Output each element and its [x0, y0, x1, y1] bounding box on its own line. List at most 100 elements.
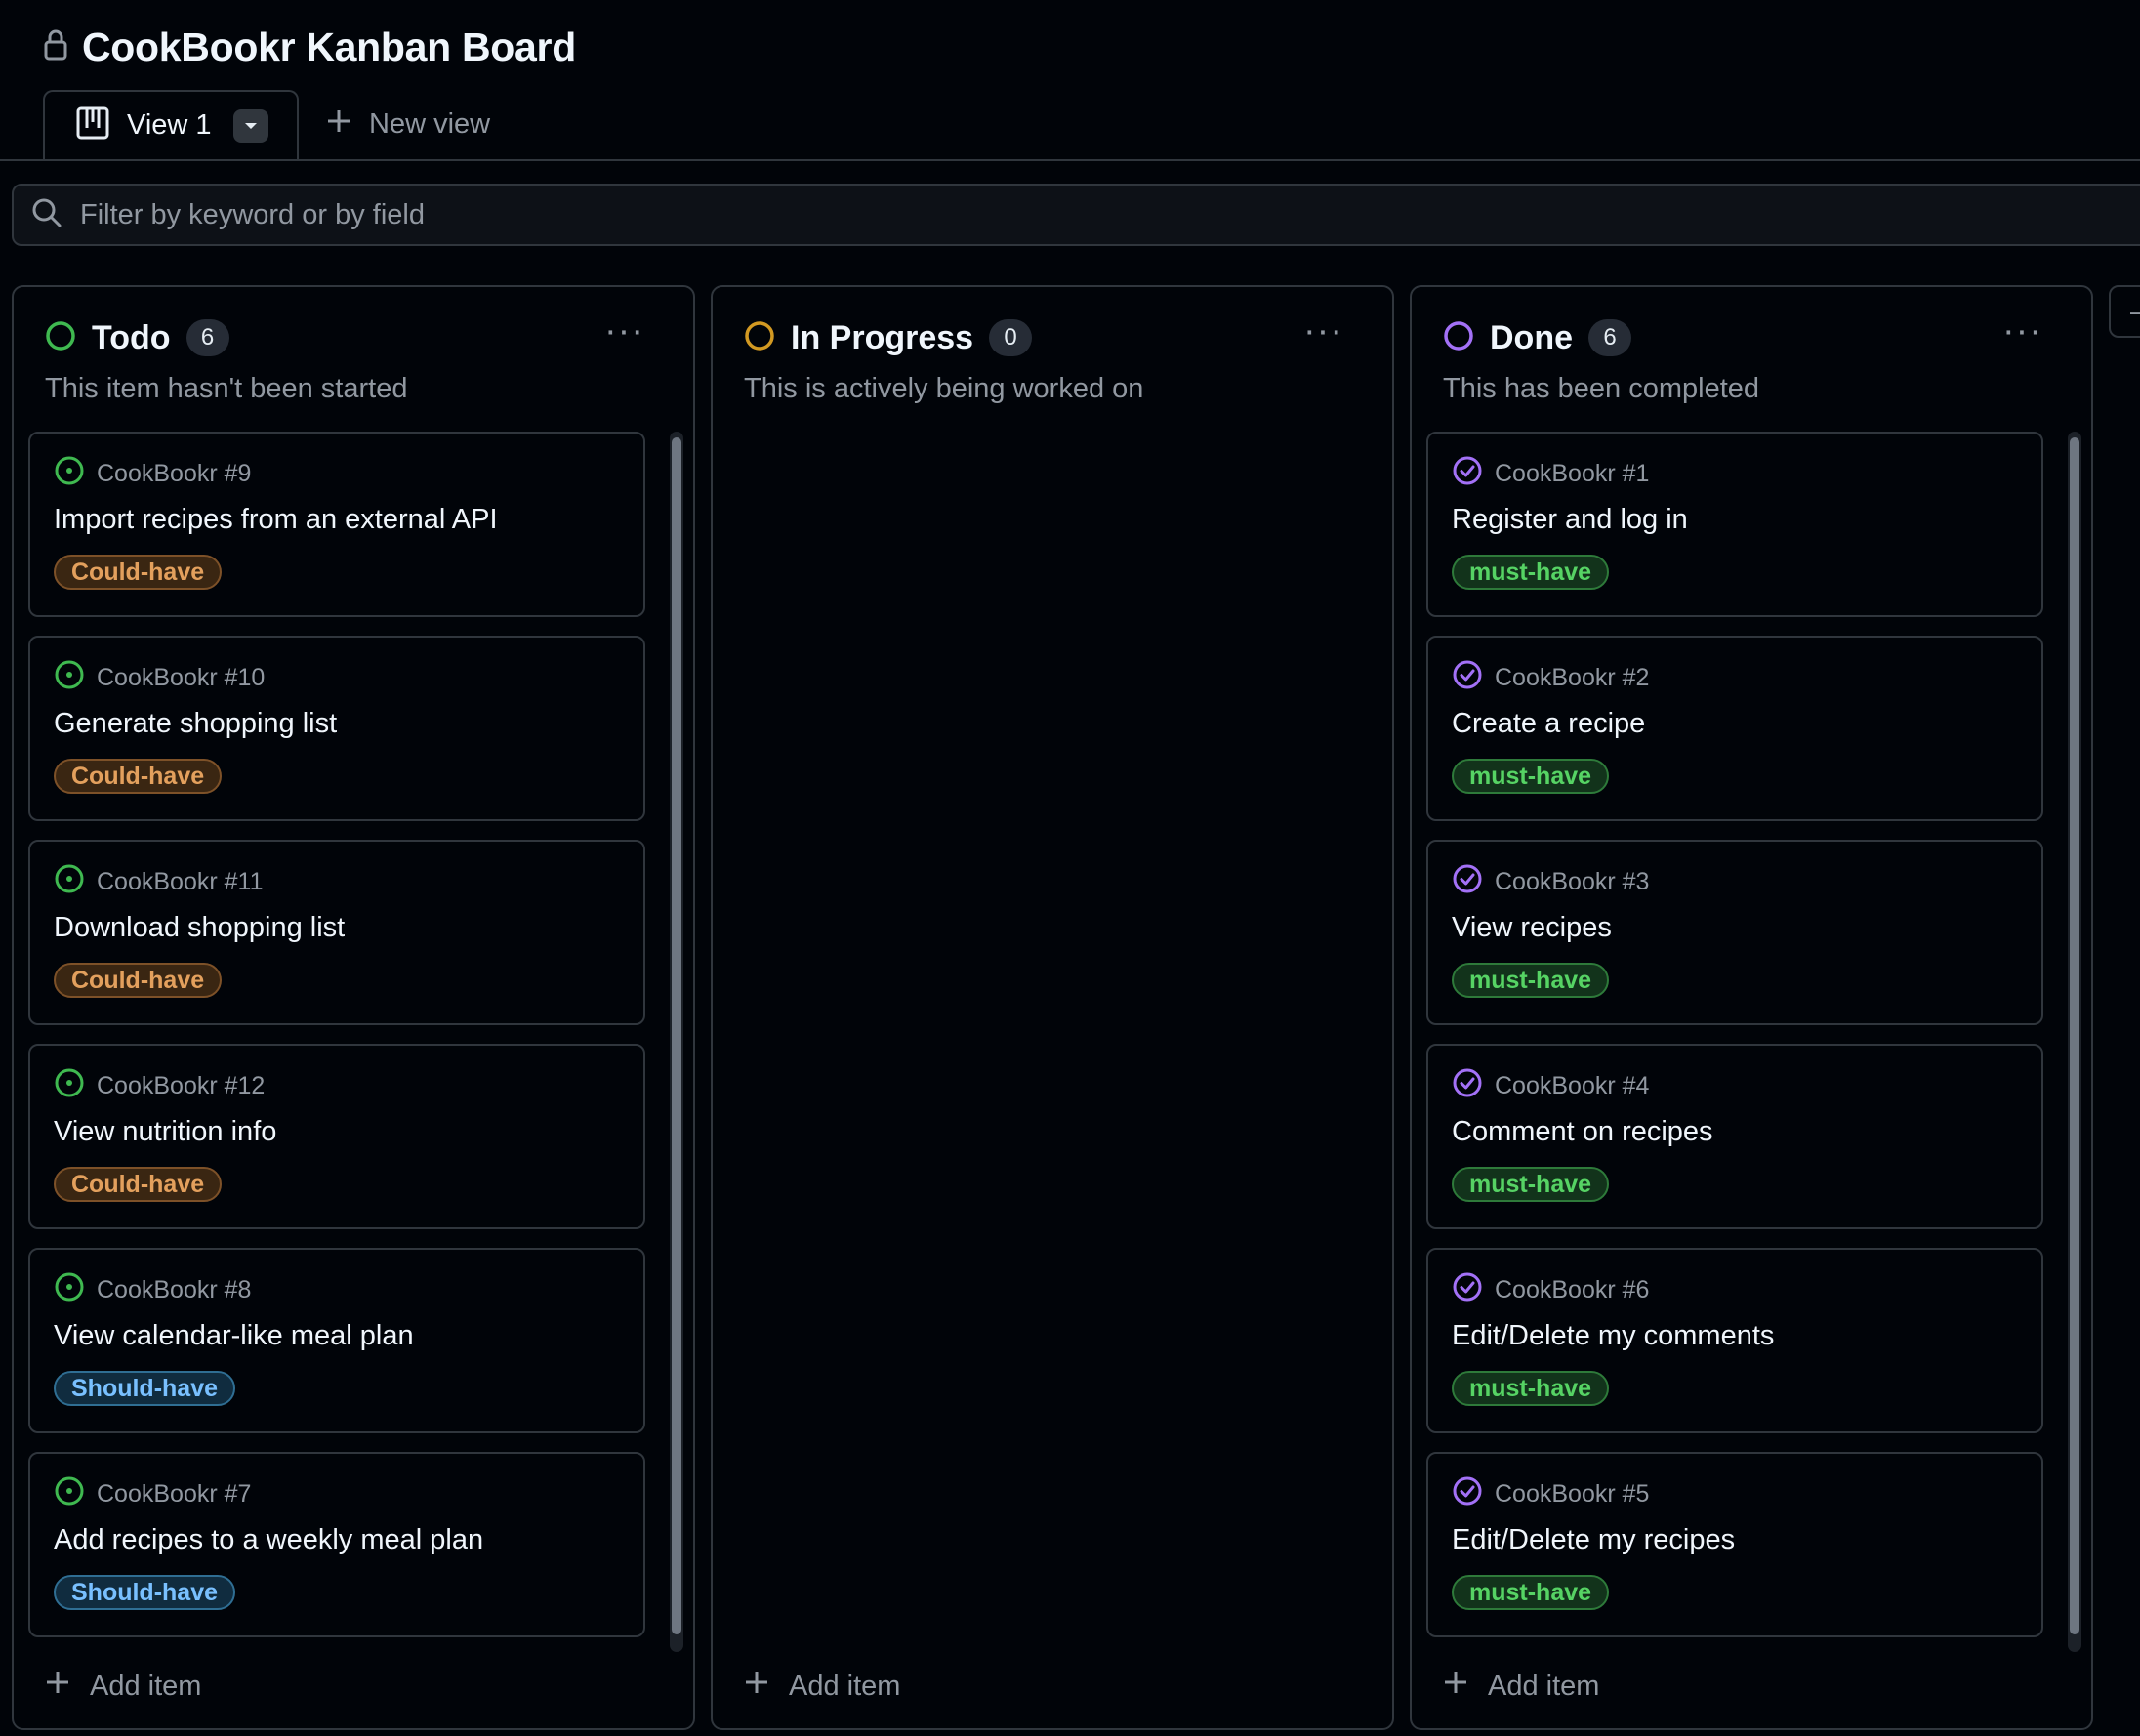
card-reference-text: CookBookr #8 — [97, 1276, 252, 1303]
scrollbar-thumb[interactable] — [2070, 437, 2079, 1634]
column-header: Done 6 ··· — [1443, 312, 2060, 361]
issue-open-icon — [54, 455, 85, 493]
priority-label[interactable]: Should-have — [54, 1371, 236, 1406]
card-title[interactable]: Edit/Delete my comments — [1452, 1320, 1774, 1352]
issue-card[interactable]: CookBookr #2 Create a recipe must-have — [1426, 636, 2043, 821]
column-menu-button[interactable]: ··· — [604, 312, 644, 350]
priority-label[interactable]: must-have — [1452, 555, 1610, 590]
card-reference-text: CookBookr #9 — [97, 460, 252, 487]
card-reference[interactable]: CookBookr #9 — [54, 455, 251, 493]
priority-label[interactable]: must-have — [1452, 1167, 1610, 1202]
card-reference[interactable]: CookBookr #6 — [1452, 1271, 1649, 1309]
new-view-button[interactable]: New view — [326, 90, 490, 159]
priority-label[interactable]: must-have — [1452, 759, 1610, 794]
add-item-label: Add item — [789, 1670, 901, 1702]
card-title[interactable]: Comment on recipes — [1452, 1116, 1713, 1148]
priority-label[interactable]: Could-have — [54, 759, 223, 794]
card-title[interactable]: Create a recipe — [1452, 708, 1645, 740]
view-options-button[interactable] — [232, 108, 268, 143]
view-tabs: View 1 New view — [0, 90, 2140, 161]
column-description: This is actively being worked on — [744, 373, 1144, 404]
card-reference-text: CookBookr #7 — [97, 1480, 252, 1508]
scrollbar[interactable] — [670, 432, 683, 1652]
priority-label[interactable]: Should-have — [54, 1575, 236, 1610]
issue-card[interactable]: CookBookr #7 Add recipes to a weekly meal… — [28, 1452, 645, 1637]
issue-card[interactable]: CookBookr #9 Import recipes from an exter… — [28, 432, 645, 617]
column-title: Done — [1490, 318, 1573, 356]
priority-label[interactable]: Could-have — [54, 555, 223, 590]
lock-icon — [43, 28, 68, 66]
column-header: In Progress 0 ··· — [744, 312, 1361, 361]
issue-closed-icon — [1452, 1067, 1483, 1105]
card-reference[interactable]: CookBookr #3 — [1452, 863, 1649, 901]
card-title[interactable]: Generate shopping list — [54, 708, 337, 740]
card-reference-text: CookBookr #2 — [1495, 664, 1650, 691]
priority-label[interactable]: Could-have — [54, 963, 223, 998]
column-count-badge: 6 — [185, 319, 229, 356]
card-title[interactable]: View calendar-like meal plan — [54, 1320, 414, 1352]
scrollbar-thumb[interactable] — [672, 437, 681, 1634]
card-reference-text: CookBookr #1 — [1495, 460, 1650, 487]
card-reference[interactable]: CookBookr #4 — [1452, 1067, 1649, 1105]
issue-card[interactable]: CookBookr #1 Register and log in must-have — [1426, 432, 2043, 617]
column-header: Todo 6 ··· — [45, 312, 662, 361]
card-reference-text: CookBookr #12 — [97, 1072, 266, 1099]
card-reference-text: CookBookr #6 — [1495, 1276, 1650, 1303]
card-title[interactable]: Add recipes to a weekly meal plan — [54, 1524, 483, 1556]
issue-open-icon — [54, 659, 85, 697]
column-description: This item hasn't been started — [45, 373, 408, 404]
card-reference-text: CookBookr #5 — [1495, 1480, 1650, 1508]
issue-card[interactable]: CookBookr #11 Download shopping list Could… — [28, 840, 645, 1025]
add-item-label: Add item — [1488, 1670, 1600, 1702]
plus-icon — [1443, 1670, 1468, 1703]
card-reference[interactable]: CookBookr #5 — [1452, 1475, 1649, 1513]
tab-label: View 1 — [127, 109, 212, 141]
scrollbar[interactable] — [2068, 432, 2081, 1652]
column-menu-button[interactable]: ··· — [1303, 312, 1343, 350]
card-reference[interactable]: CookBookr #8 — [54, 1271, 251, 1309]
issue-card[interactable]: CookBookr #12 View nutrition info Could-ha… — [28, 1044, 645, 1229]
card-reference[interactable]: CookBookr #12 — [54, 1067, 265, 1105]
filter-bar — [12, 184, 2140, 246]
priority-label[interactable]: must-have — [1452, 1371, 1610, 1406]
priority-label[interactable]: must-have — [1452, 963, 1610, 998]
filter-input[interactable] — [78, 197, 1546, 232]
issue-card[interactable]: CookBookr #3 View recipes must-have — [1426, 840, 2043, 1025]
column-count-badge: 0 — [989, 319, 1033, 356]
card-title[interactable]: Download shopping list — [54, 912, 345, 944]
issue-card[interactable]: CookBookr #8 View calendar-like meal plan… — [28, 1248, 645, 1433]
issue-open-icon — [54, 863, 85, 901]
add-item-button[interactable]: Add item — [45, 1664, 201, 1709]
column-todo: Todo 6 ··· This item hasn't been started… — [12, 285, 695, 1730]
card-reference[interactable]: CookBookr #2 — [1452, 659, 1649, 697]
priority-label[interactable]: must-have — [1452, 1575, 1610, 1610]
card-reference-text: CookBookr #10 — [97, 664, 266, 691]
card-title[interactable]: Import recipes from an external API — [54, 504, 498, 536]
issue-card[interactable]: CookBookr #10 Generate shopping list Could… — [28, 636, 645, 821]
priority-label[interactable]: Could-have — [54, 1167, 223, 1202]
card-title[interactable]: Edit/Delete my recipes — [1452, 1524, 1735, 1556]
card-reference[interactable]: CookBookr #7 — [54, 1475, 251, 1513]
add-item-button[interactable]: Add item — [1443, 1664, 1599, 1709]
card-title[interactable]: View recipes — [1452, 912, 1612, 944]
issue-card[interactable]: CookBookr #5 Edit/Delete my recipes must-h… — [1426, 1452, 2043, 1637]
column-done: Done 6 ··· This has been completed CookB… — [1410, 285, 2093, 1730]
issue-closed-icon — [1452, 659, 1483, 697]
column-menu-button[interactable]: ··· — [2002, 312, 2042, 350]
issue-card[interactable]: CookBookr #6 Edit/Delete my comments must-… — [1426, 1248, 2043, 1433]
card-title[interactable]: View nutrition info — [54, 1116, 276, 1148]
search-icon — [31, 197, 62, 233]
issue-card[interactable]: CookBookr #4 Comment on recipes must-have — [1426, 1044, 2043, 1229]
issue-open-icon — [54, 1271, 85, 1309]
add-column-button[interactable]: – — [2109, 285, 2140, 338]
add-item-button[interactable]: Add item — [744, 1664, 900, 1709]
tab-view-1[interactable]: View 1 — [43, 90, 299, 159]
plus-icon — [45, 1670, 70, 1703]
card-reference-text: CookBookr #3 — [1495, 868, 1650, 895]
board-icon — [76, 106, 109, 145]
card-reference[interactable]: CookBookr #1 — [1452, 455, 1649, 493]
card-list: CookBookr #1 Register and log in must-have… — [1426, 432, 2043, 1656]
card-reference[interactable]: CookBookr #10 — [54, 659, 265, 697]
card-reference[interactable]: CookBookr #11 — [54, 863, 263, 901]
card-title[interactable]: Register and log in — [1452, 504, 1688, 536]
